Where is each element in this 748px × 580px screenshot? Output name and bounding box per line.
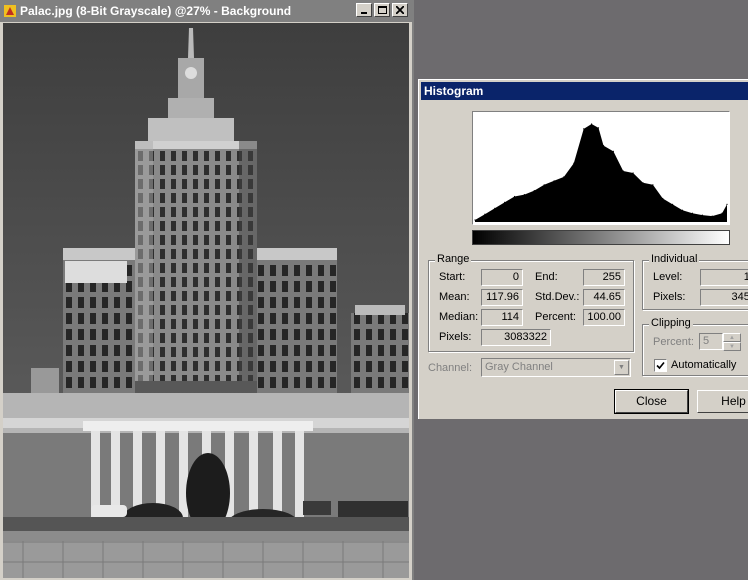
- maximize-icon[interactable]: [374, 3, 390, 17]
- histogram-point: [597, 127, 600, 129]
- histogram-titlebar[interactable]: Histogram: [421, 82, 748, 100]
- minimize-icon[interactable]: [356, 3, 372, 17]
- histogram-point: [691, 212, 693, 214]
- image-window: Palac.jpg (8-Bit Grayscale) @27% - Backg…: [0, 0, 414, 580]
- histogram-point: [563, 176, 565, 178]
- histogram-area: [475, 124, 727, 222]
- paint-shop-icon: [4, 5, 16, 17]
- histogram-dialog: Histogram Range Start: 0 End: 255 Mean: …: [418, 79, 748, 419]
- close-button[interactable]: Close: [614, 389, 689, 414]
- clipping-percent-input[interactable]: 5: [699, 333, 723, 350]
- histogram-point: [484, 213, 486, 215]
- spin-up-icon[interactable]: ▲: [723, 333, 741, 342]
- histogram-point: [573, 162, 575, 164]
- individual-group: Individual Level: 10 Pixels: 3459: [642, 253, 748, 310]
- std-dev-value: 44.65: [583, 289, 625, 306]
- median-label: Median:: [439, 311, 479, 323]
- histogram-point: [721, 212, 723, 214]
- histogram-chart: [472, 111, 730, 225]
- histogram-point: [622, 170, 624, 172]
- help-button[interactable]: Help: [697, 390, 748, 413]
- histogram-title: Histogram: [424, 84, 484, 98]
- checkmark-icon: [656, 361, 665, 370]
- clipping-percent-label: Percent:: [653, 336, 694, 348]
- histogram-point: [612, 150, 614, 152]
- histogram-point: [494, 207, 496, 209]
- histogram-point: [681, 209, 684, 211]
- histogram-point: [583, 128, 585, 130]
- histogram-point: [533, 190, 535, 192]
- gray-gradient-bar: [472, 230, 730, 245]
- mean-label: Mean:: [439, 291, 470, 303]
- histogram-point: [652, 184, 654, 186]
- histogram-plot: [474, 123, 728, 222]
- close-icon[interactable]: [392, 3, 408, 17]
- histogram-point: [711, 215, 713, 217]
- histogram-point: [591, 123, 593, 125]
- individual-pixels-label: Pixels:: [653, 291, 686, 303]
- level-value: 10: [700, 269, 748, 286]
- histogram-point: [543, 184, 545, 186]
- histogram-point: [672, 203, 674, 205]
- clipping-group-label: Clipping: [649, 317, 693, 329]
- individual-pixels-value: 3459: [700, 289, 748, 306]
- end-label: End:: [535, 271, 558, 283]
- image-window-titlebar[interactable]: Palac.jpg (8-Bit Grayscale) @27% - Backg…: [0, 0, 412, 22]
- histogram-point: [513, 195, 516, 198]
- percent-value: 100.00: [583, 309, 625, 326]
- channel-select[interactable]: Gray Channel ▼: [481, 358, 631, 377]
- automatically-checkbox[interactable]: [654, 359, 667, 372]
- end-value: 255: [583, 269, 625, 286]
- histogram-point: [632, 172, 634, 174]
- clipping-percent-spinner[interactable]: ▲ ▼: [723, 333, 741, 351]
- histogram-point: [504, 201, 506, 203]
- grayscale-photo[interactable]: [3, 23, 409, 578]
- median-value: 114: [481, 309, 523, 326]
- start-value: 0: [481, 269, 523, 286]
- automatically-label[interactable]: Automatically: [671, 359, 736, 371]
- range-group-label: Range: [435, 253, 472, 265]
- histogram-point: [474, 219, 476, 221]
- histogram-point: [523, 194, 525, 196]
- chevron-down-icon[interactable]: ▼: [614, 360, 629, 375]
- histogram-point: [553, 180, 555, 182]
- spin-down-icon[interactable]: ▼: [723, 342, 741, 351]
- individual-group-label: Individual: [649, 253, 700, 265]
- image-window-title: Palac.jpg (8-Bit Grayscale) @27% - Backg…: [20, 4, 292, 18]
- histogram-point: [602, 145, 605, 147]
- channel-value: Gray Channel: [485, 361, 553, 373]
- channel-label: Channel:: [428, 362, 473, 374]
- histogram-point: [642, 182, 644, 184]
- percent-label: Percent:: [535, 311, 576, 323]
- histogram-point: [701, 214, 703, 216]
- level-label: Level:: [653, 271, 683, 283]
- range-group: Range Start: 0 End: 255 Mean: 117.96 Std…: [428, 253, 634, 352]
- histogram-point: [662, 197, 664, 200]
- histogram-point: [726, 203, 728, 205]
- start-label: Start:: [439, 271, 466, 283]
- pixels-label: Pixels:: [439, 331, 472, 343]
- pixels-value: 3083322: [481, 329, 551, 346]
- std-dev-label: Std.Dev.:: [535, 291, 580, 303]
- mean-value: 117.96: [481, 289, 523, 306]
